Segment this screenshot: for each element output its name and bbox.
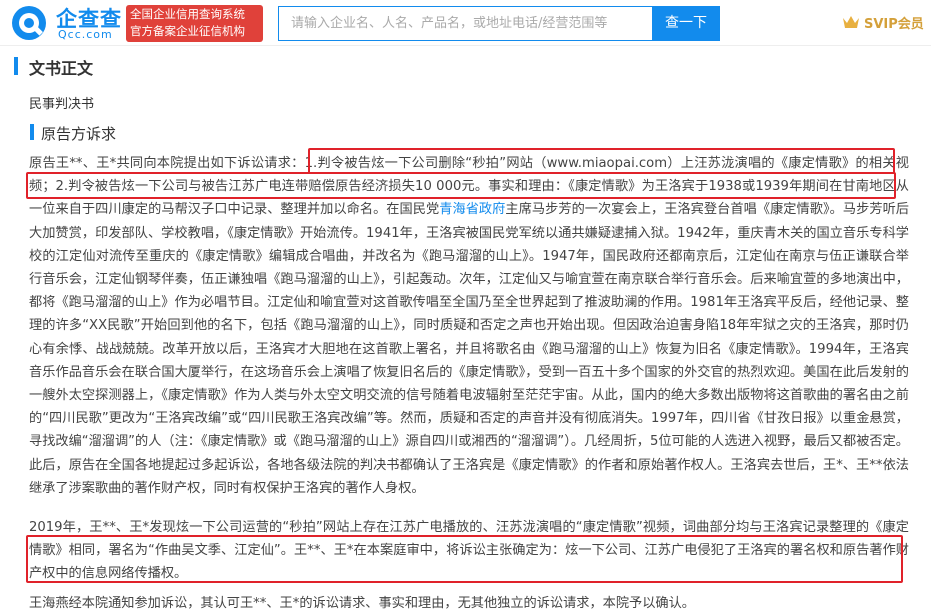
qcc-logo-icon[interactable] [10,4,48,42]
sub-section-bar [30,124,34,140]
svip-label: SVIP会员 [864,16,924,32]
document-type: 民事判决书 [29,97,95,112]
crown-icon [843,16,859,28]
highlight-box-claim-2 [26,172,896,199]
highlight-box-claim-1 [308,148,895,174]
paragraph-text: 主席马步芳的一次宴会上，王洛宾登台首唱《康定情歌》。马步芳听后大加赞赏，印发部队… [29,202,909,496]
search-box [278,6,652,41]
badge-line-1: 全国企业信用查询系统 [130,7,245,21]
link-text[interactable]: 青海省政府 [439,202,505,217]
search-button[interactable]: 查一下 [652,6,720,41]
badge-line-2: 官方备案企业征信机构 [130,24,245,38]
sub-section-title: 原告方诉求 [41,125,117,143]
search-input[interactable] [279,7,652,40]
official-badge: 全国企业信用查询系统 官方备案企业征信机构 [126,5,263,42]
paragraph-1: 原告王**、王*共同向本院提出如下诉讼请求：1.判令被告炫一下公司删除“秒拍”网… [29,152,909,500]
svip-link[interactable]: SVIP会员 [842,12,924,32]
paragraph-3: 王海燕经本院通知参加诉讼，其认可王**、王*的诉讼请求、事实和理由，无其他独立的… [29,592,909,612]
section-title: 文书正文 [29,59,94,78]
highlight-box-dispute [26,535,903,583]
top-header: 企查查 Qcc.com 全国企业信用查询系统 官方备案企业征信机构 查一下 SV… [0,0,931,46]
logo-domain: Qcc.com [58,28,113,41]
section-bar [14,57,18,75]
paragraph-text: 王海燕经本院通知参加诉讼，其认可王**、王*的诉讼请求、事实和理由，无其他独立的… [29,596,695,611]
